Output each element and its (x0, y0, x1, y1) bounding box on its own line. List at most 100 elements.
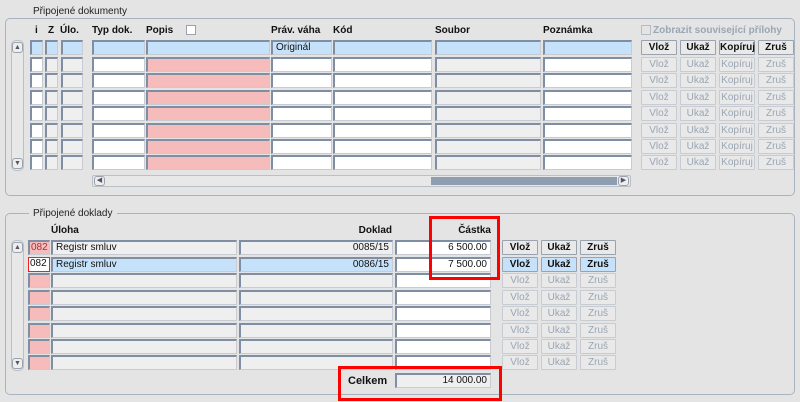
castka-field[interactable] (395, 306, 491, 321)
code-field[interactable] (28, 355, 50, 370)
popis-field[interactable] (146, 57, 270, 72)
show-button[interactable]: Ukaž (680, 139, 716, 154)
prav-field[interactable] (271, 155, 332, 170)
code-field[interactable] (28, 339, 50, 354)
poznamka-field[interactable] (543, 40, 632, 55)
uloha-field[interactable]: Registr smluv (51, 240, 237, 255)
poznamka-field[interactable] (543, 139, 632, 154)
show-button[interactable]: Ukaž (541, 290, 577, 305)
typ-field[interactable] (92, 90, 145, 105)
insert-button[interactable]: Vlož (502, 240, 538, 255)
uloha-field[interactable] (51, 355, 237, 370)
insert-button[interactable]: Vlož (502, 257, 538, 272)
z-field[interactable] (45, 57, 58, 72)
i-field[interactable] (30, 155, 43, 170)
insert-button[interactable]: Vlož (641, 155, 677, 170)
kod-field[interactable] (333, 123, 432, 138)
code-field[interactable] (28, 273, 50, 288)
poznamka-field[interactable] (543, 57, 632, 72)
prav-field[interactable]: Originál (271, 40, 332, 55)
typ-field[interactable] (92, 106, 145, 121)
insert-button[interactable]: Vlož (502, 306, 538, 321)
i-field[interactable] (30, 73, 43, 88)
i-field[interactable] (30, 139, 43, 154)
copy-button[interactable]: Kopíruj (719, 123, 755, 138)
cancel-button[interactable]: Zruš (758, 123, 794, 138)
i-field[interactable] (30, 40, 43, 55)
z-field[interactable] (45, 73, 58, 88)
i-field[interactable] (30, 123, 43, 138)
typ-field[interactable] (92, 40, 145, 55)
show-button[interactable]: Ukaž (680, 40, 716, 55)
scroll-up-icon[interactable]: ▲ (12, 242, 23, 253)
uloha-field[interactable] (51, 306, 237, 321)
soubor-field[interactable] (435, 155, 541, 170)
prav-field[interactable] (271, 90, 332, 105)
prav-field[interactable] (271, 139, 332, 154)
receipts-vertical-scrollbar[interactable]: ▲ ▼ (11, 240, 24, 371)
ulo-field[interactable] (61, 106, 83, 121)
cancel-button[interactable]: Zruš (758, 106, 794, 121)
show-button[interactable]: Ukaž (541, 355, 577, 370)
insert-button[interactable]: Vlož (641, 106, 677, 121)
copy-button[interactable]: Kopíruj (719, 106, 755, 121)
poznamka-field[interactable] (543, 73, 632, 88)
typ-field[interactable] (92, 73, 145, 88)
doklad-field[interactable]: 0086/15 (239, 257, 393, 272)
scroll-up-icon[interactable]: ▲ (12, 42, 23, 53)
show-related-checkbox[interactable] (641, 25, 651, 35)
uloha-field[interactable] (51, 290, 237, 305)
scroll-right-icon[interactable]: ▶ (618, 176, 629, 186)
popis-field[interactable] (146, 40, 270, 55)
ulo-field[interactable] (61, 57, 83, 72)
cancel-button[interactable]: Zruš (580, 273, 616, 288)
show-button[interactable]: Ukaž (680, 57, 716, 72)
show-button[interactable]: Ukaž (680, 73, 716, 88)
cancel-button[interactable]: Zruš (580, 257, 616, 272)
cancel-button[interactable]: Zruš (580, 306, 616, 321)
castka-field[interactable] (395, 339, 491, 354)
show-button[interactable]: Ukaž (541, 273, 577, 288)
cancel-button[interactable]: Zruš (580, 290, 616, 305)
z-field[interactable] (45, 90, 58, 105)
kod-field[interactable] (333, 73, 432, 88)
insert-button[interactable]: Vlož (641, 123, 677, 138)
prav-field[interactable] (271, 106, 332, 121)
show-button[interactable]: Ukaž (680, 155, 716, 170)
soubor-field[interactable] (435, 123, 541, 138)
scroll-thumb[interactable] (431, 177, 617, 185)
doklad-field[interactable] (239, 306, 393, 321)
kod-field[interactable] (333, 57, 432, 72)
code-field[interactable] (28, 290, 50, 305)
ulo-field[interactable] (61, 73, 83, 88)
copy-button[interactable]: Kopíruj (719, 40, 755, 55)
show-button[interactable]: Ukaž (541, 306, 577, 321)
doklad-field[interactable] (239, 339, 393, 354)
kod-field[interactable] (333, 90, 432, 105)
ulo-field[interactable] (61, 139, 83, 154)
code-field[interactable]: 082 (28, 257, 50, 272)
cancel-button[interactable]: Zruš (580, 339, 616, 354)
ulo-field[interactable] (61, 40, 83, 55)
copy-button[interactable]: Kopíruj (719, 90, 755, 105)
doklad-field[interactable]: 0085/15 (239, 240, 393, 255)
cancel-button[interactable]: Zruš (758, 90, 794, 105)
poznamka-field[interactable] (543, 123, 632, 138)
code-field[interactable] (28, 306, 50, 321)
poznamka-field[interactable] (543, 106, 632, 121)
insert-button[interactable]: Vlož (641, 90, 677, 105)
cancel-button[interactable]: Zruš (758, 139, 794, 154)
scroll-down-icon[interactable]: ▼ (12, 358, 23, 369)
soubor-field[interactable] (435, 40, 541, 55)
code-field[interactable]: 082 (28, 240, 50, 255)
ulo-field[interactable] (61, 155, 83, 170)
show-button[interactable]: Ukaž (680, 123, 716, 138)
z-field[interactable] (45, 40, 58, 55)
insert-button[interactable]: Vlož (502, 339, 538, 354)
cancel-button[interactable]: Zruš (580, 323, 616, 338)
uloha-field[interactable]: Registr smluv (51, 257, 237, 272)
soubor-field[interactable] (435, 73, 541, 88)
soubor-field[interactable] (435, 90, 541, 105)
kod-field[interactable] (333, 106, 432, 121)
soubor-field[interactable] (435, 139, 541, 154)
